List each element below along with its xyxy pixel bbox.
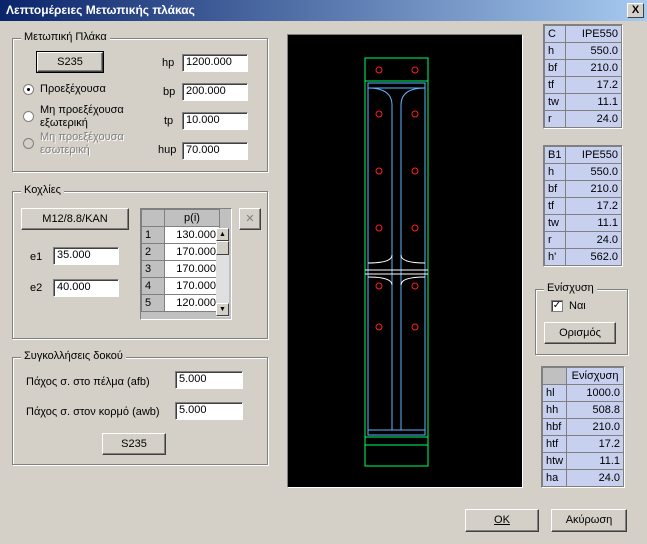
table-row: hbf 210.0 [541,418,624,436]
haunch-group-label: Ενίσχυση [544,282,597,294]
afb-input[interactable]: 5.000 [175,371,243,389]
end-plate-drawing [287,34,523,488]
scroll-down-arrow-icon[interactable]: ▼ [216,303,229,316]
radio-non-protruding-external-label: Μη προεξέχουσα εξωτερική [40,104,124,129]
table-row: h 550.0 [544,42,622,60]
table-row[interactable]: 4 170.000 [141,277,220,295]
afb-label: Πάχος σ. στο πέλμα (afb) [26,376,150,388]
plate-group-label: Μετωπική Πλάκα [21,31,110,43]
ok-button[interactable]: OK [465,509,539,532]
welds-group-label: Συγκολλήσεις δοκού [21,350,126,362]
beam-profile-table: B1 IPE550 h 550.0 bf 210.0 tf 17.2 tw 11.1 r2… [543,145,623,267]
close-button[interactable]: X [627,3,644,18]
table-row: tw 11.1 [544,93,622,111]
table-row: h 550.0 [544,163,622,181]
awb-label: Πάχος σ. στον κορμό (awb) [26,406,160,418]
table-row: htw 11.1 [541,452,624,470]
window-title: Λεπτομέρειες Μετωπικής πλάκας [6,3,195,17]
scroll-thumb[interactable] [216,241,229,255]
hp-input[interactable]: 1200.000 [182,54,248,72]
table-row: htf 17.2 [541,435,624,453]
bp-label: bp [163,86,176,98]
radio-non-protruding-internal [23,138,34,149]
haunch-checkbox[interactable]: ✓ [551,300,563,312]
hp-label: hp [162,57,175,69]
tp-label: tp [164,115,174,127]
bolt-pitch-table[interactable]: p(i) 1 130.000 2 170.000 3 170.000 4 170.000… [140,208,232,320]
table-row: tf 17.2 [544,76,622,94]
table-row: r 24.0 [544,231,622,249]
bolts-group-label: Κοχλίες [21,184,64,196]
e2-input[interactable]: 40.000 [53,279,119,297]
table-row[interactable]: 2 170.000 [141,243,220,261]
tp-input[interactable]: 10.000 [182,112,248,130]
title-bar: Λεπτομέρειες Μετωπικής πλάκας X [0,0,647,21]
haunch-checkbox-label: Ναι [569,300,586,312]
table-row: tw 11.1 [544,214,622,232]
scroll-up-arrow-icon[interactable]: ▲ [216,228,229,241]
table-row[interactable]: 1 130.000 [141,226,220,244]
table-scrollbar[interactable]: ▲ ▼ [216,228,229,317]
radio-non-protruding-external[interactable] [23,111,34,122]
delete-row-button[interactable]: ✕ [239,208,261,230]
e2-label: e2 [30,282,43,294]
end-plate-svg [364,57,429,467]
weld-material-button[interactable]: S235 [102,433,166,455]
column-profile-table: C IPE550 h 550.0 bf 210.0 tf 17.2 tw 11.1 r 24… [543,24,623,129]
e1-input[interactable]: 35.000 [53,247,119,265]
table-row: hl 1000.0 [541,384,624,402]
radio-protruding[interactable] [23,84,34,95]
plate-material-button[interactable]: S235 [36,51,104,73]
table-row: tf 17.2 [544,197,622,215]
table-row: hh 508.8 [541,401,624,419]
table-row: h' 562.0 [544,248,622,266]
awb-input[interactable]: 5.000 [175,402,243,420]
table-row: bf 210.0 [544,59,622,77]
bp-input[interactable]: 200.000 [182,83,248,101]
hup-label: hup [158,144,177,156]
bolt-type-button[interactable]: M12/8.8/KAN [21,208,129,230]
define-haunch-button[interactable]: Ορισμός [544,322,616,344]
pitch-header: p(i) [164,209,220,227]
table-row: bf 210.0 [544,180,622,198]
table-row[interactable]: 5 120.000 [141,294,220,312]
cancel-button[interactable]: Ακύρωση [551,509,627,532]
radio-non-protruding-internal-label: Μη προεξέχουσα εσωτερική [40,131,124,156]
table-row[interactable]: 3 170.000 [141,260,220,278]
table-row: ha 24.0 [541,469,624,487]
hup-input[interactable]: 70.000 [182,142,248,160]
radio-protruding-label: Προεξέχουσα [40,83,106,95]
e1-label: e1 [30,251,43,263]
delete-icon: ✕ [245,213,255,225]
table-row: r 24.0 [544,110,622,128]
haunch-table: Ενίσχυση hl 1000.0 hh 508.8 hbf 210.0 htf 17… [541,366,625,488]
